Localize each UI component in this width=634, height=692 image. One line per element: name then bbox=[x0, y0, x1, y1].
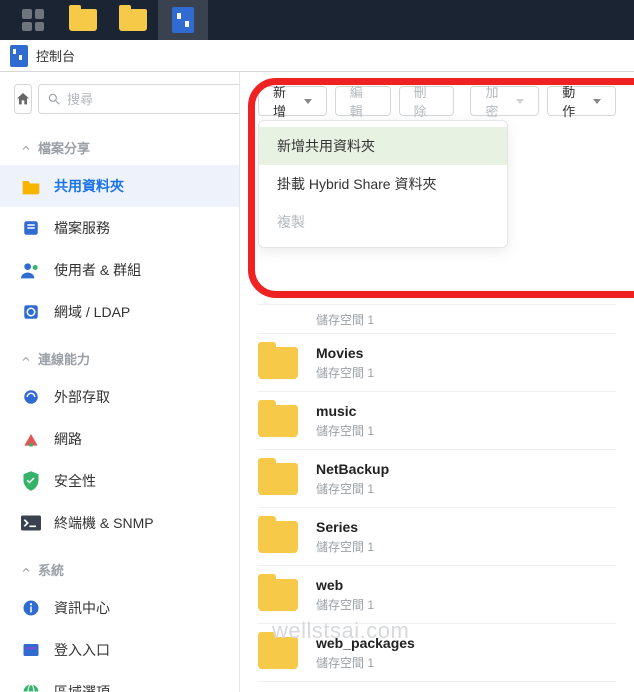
folder-name: music bbox=[316, 403, 374, 419]
folder-sub: 儲存空間 1 bbox=[316, 422, 374, 439]
folder-icon bbox=[258, 405, 298, 437]
taskbar-folder-2[interactable] bbox=[108, 0, 158, 40]
folder-row[interactable]: Series 儲存空間 1 bbox=[258, 508, 616, 566]
dashboard-button[interactable] bbox=[8, 0, 58, 40]
users-icon bbox=[20, 259, 42, 281]
home-icon bbox=[15, 91, 31, 107]
folder-name: web_packages bbox=[316, 635, 415, 651]
chevron-up-icon bbox=[20, 564, 32, 576]
domain-icon bbox=[20, 301, 42, 323]
sidebar-item-network[interactable]: 網路 bbox=[0, 418, 239, 460]
folder-sub: 儲存空間 1 bbox=[316, 480, 389, 497]
folder-list: 儲存空間 1 Movies 儲存空間 1 music 儲存空間 1 NetBacku… bbox=[258, 304, 616, 682]
sidebar-item-label: 登入入口 bbox=[54, 640, 110, 660]
link-icon bbox=[20, 386, 42, 408]
chevron-down-icon bbox=[516, 99, 524, 104]
sidebar-item-label: 區域選項 bbox=[54, 682, 110, 692]
action-button[interactable]: 動作 bbox=[547, 86, 616, 116]
info-icon bbox=[20, 597, 42, 619]
search-input[interactable] bbox=[67, 92, 240, 107]
dropdown-new-shared-folder[interactable]: 新增共用資料夾 bbox=[259, 127, 507, 165]
sidebar-item-security[interactable]: 安全性 bbox=[0, 460, 239, 502]
sidebar-item-shared-folder[interactable]: 共用資料夾 bbox=[0, 165, 239, 207]
network-icon bbox=[20, 428, 42, 450]
os-taskbar bbox=[0, 0, 634, 40]
sidebar-item-label: 檔案服務 bbox=[54, 218, 110, 238]
sidebar-item-login-portal[interactable]: 登入入口 bbox=[0, 629, 239, 671]
control-panel-icon bbox=[172, 7, 194, 33]
window-titlebar: 控制台 bbox=[0, 40, 634, 72]
sidebar-item-label: 共用資料夾 bbox=[54, 176, 124, 196]
search-icon bbox=[47, 92, 61, 106]
sidebar-item-label: 終端機 & SNMP bbox=[54, 513, 154, 533]
sidebar-item-label: 網路 bbox=[54, 429, 82, 449]
search-box[interactable] bbox=[38, 84, 240, 114]
section-system[interactable]: 系統 bbox=[0, 552, 239, 587]
sidebar-item-external-access[interactable]: 外部存取 bbox=[0, 376, 239, 418]
folder-icon bbox=[258, 579, 298, 611]
folder-sub: 儲存空間 1 bbox=[316, 654, 415, 671]
main-pane: 新增 編輯 刪除 加密 動作 新增共用資料夾 掛載 Hybrid Share 資… bbox=[240, 72, 634, 692]
sidebar-item-users-groups[interactable]: 使用者 & 群組 bbox=[0, 249, 239, 291]
folder-icon bbox=[119, 9, 147, 31]
folder-icon bbox=[258, 637, 298, 669]
sidebar-item-label: 外部存取 bbox=[54, 387, 110, 407]
folder-name: NetBackup bbox=[316, 461, 389, 477]
shield-icon bbox=[20, 470, 42, 492]
sidebar-item-file-services[interactable]: 檔案服務 bbox=[0, 207, 239, 249]
sidebar: 檔案分享 共用資料夾 檔案服務 使用者 & 群組 網域 / LDAP bbox=[0, 72, 240, 692]
sidebar-item-label: 資訊中心 bbox=[54, 598, 110, 618]
folder-row[interactable]: web 儲存空間 1 bbox=[258, 566, 616, 624]
folder-row[interactable]: web_packages 儲存空間 1 bbox=[258, 624, 616, 682]
dropdown-mount-hybrid[interactable]: 掛載 Hybrid Share 資料夾 bbox=[259, 165, 507, 203]
taskbar-control-panel[interactable] bbox=[158, 0, 208, 40]
home-button[interactable] bbox=[14, 84, 32, 114]
chevron-down-icon bbox=[593, 99, 601, 104]
sidebar-item-regional[interactable]: 區域選項 bbox=[0, 671, 239, 692]
folder-sub: 儲存空間 1 bbox=[316, 538, 374, 555]
new-dropdown: 新增共用資料夾 掛載 Hybrid Share 資料夾 複製 bbox=[258, 120, 508, 248]
folder-name: Movies bbox=[316, 345, 374, 361]
folder-icon bbox=[69, 9, 97, 31]
edit-button[interactable]: 編輯 bbox=[335, 86, 391, 116]
terminal-icon bbox=[20, 512, 42, 534]
sidebar-item-info-center[interactable]: 資訊中心 bbox=[0, 587, 239, 629]
section-connectivity[interactable]: 連線能力 bbox=[0, 341, 239, 376]
sidebar-item-label: 網域 / LDAP bbox=[54, 302, 130, 322]
folder-row[interactable]: music 儲存空間 1 bbox=[258, 392, 616, 450]
folder-icon bbox=[258, 463, 298, 495]
sidebar-item-label: 安全性 bbox=[54, 471, 96, 491]
folder-name: web bbox=[316, 577, 374, 593]
chevron-up-icon bbox=[20, 353, 32, 365]
globe-icon bbox=[20, 681, 42, 692]
folder-row[interactable]: Movies 儲存空間 1 bbox=[258, 334, 616, 392]
dropdown-copy: 複製 bbox=[259, 203, 507, 241]
portal-icon bbox=[20, 639, 42, 661]
folder-row[interactable]: NetBackup 儲存空間 1 bbox=[258, 450, 616, 508]
section-file-share[interactable]: 檔案分享 bbox=[0, 130, 239, 165]
folder-sub: 儲存空間 1 bbox=[316, 364, 374, 381]
folder-icon bbox=[258, 347, 298, 379]
sidebar-item-domain-ldap[interactable]: 網域 / LDAP bbox=[0, 291, 239, 333]
folder-sub: 儲存空間 1 bbox=[316, 596, 374, 613]
folder-name: Series bbox=[316, 519, 374, 535]
window-title: 控制台 bbox=[36, 46, 75, 65]
grid-icon bbox=[22, 9, 44, 31]
folder-row[interactable]: 儲存空間 1 bbox=[258, 304, 616, 334]
toolbar: 新增 編輯 刪除 加密 動作 bbox=[240, 72, 634, 126]
delete-button[interactable]: 刪除 bbox=[399, 86, 455, 116]
chevron-up-icon bbox=[20, 142, 32, 154]
file-services-icon bbox=[20, 217, 42, 239]
taskbar-folder-1[interactable] bbox=[58, 0, 108, 40]
sidebar-item-terminal-snmp[interactable]: 終端機 & SNMP bbox=[0, 502, 239, 544]
new-button[interactable]: 新增 bbox=[258, 86, 327, 116]
encrypt-button[interactable]: 加密 bbox=[470, 86, 539, 116]
control-panel-icon bbox=[10, 45, 28, 67]
folder-icon bbox=[258, 521, 298, 553]
sidebar-item-label: 使用者 & 群組 bbox=[54, 260, 141, 280]
folder-icon bbox=[20, 175, 42, 197]
chevron-down-icon bbox=[304, 99, 312, 104]
folder-sub: 儲存空間 1 bbox=[316, 311, 374, 328]
